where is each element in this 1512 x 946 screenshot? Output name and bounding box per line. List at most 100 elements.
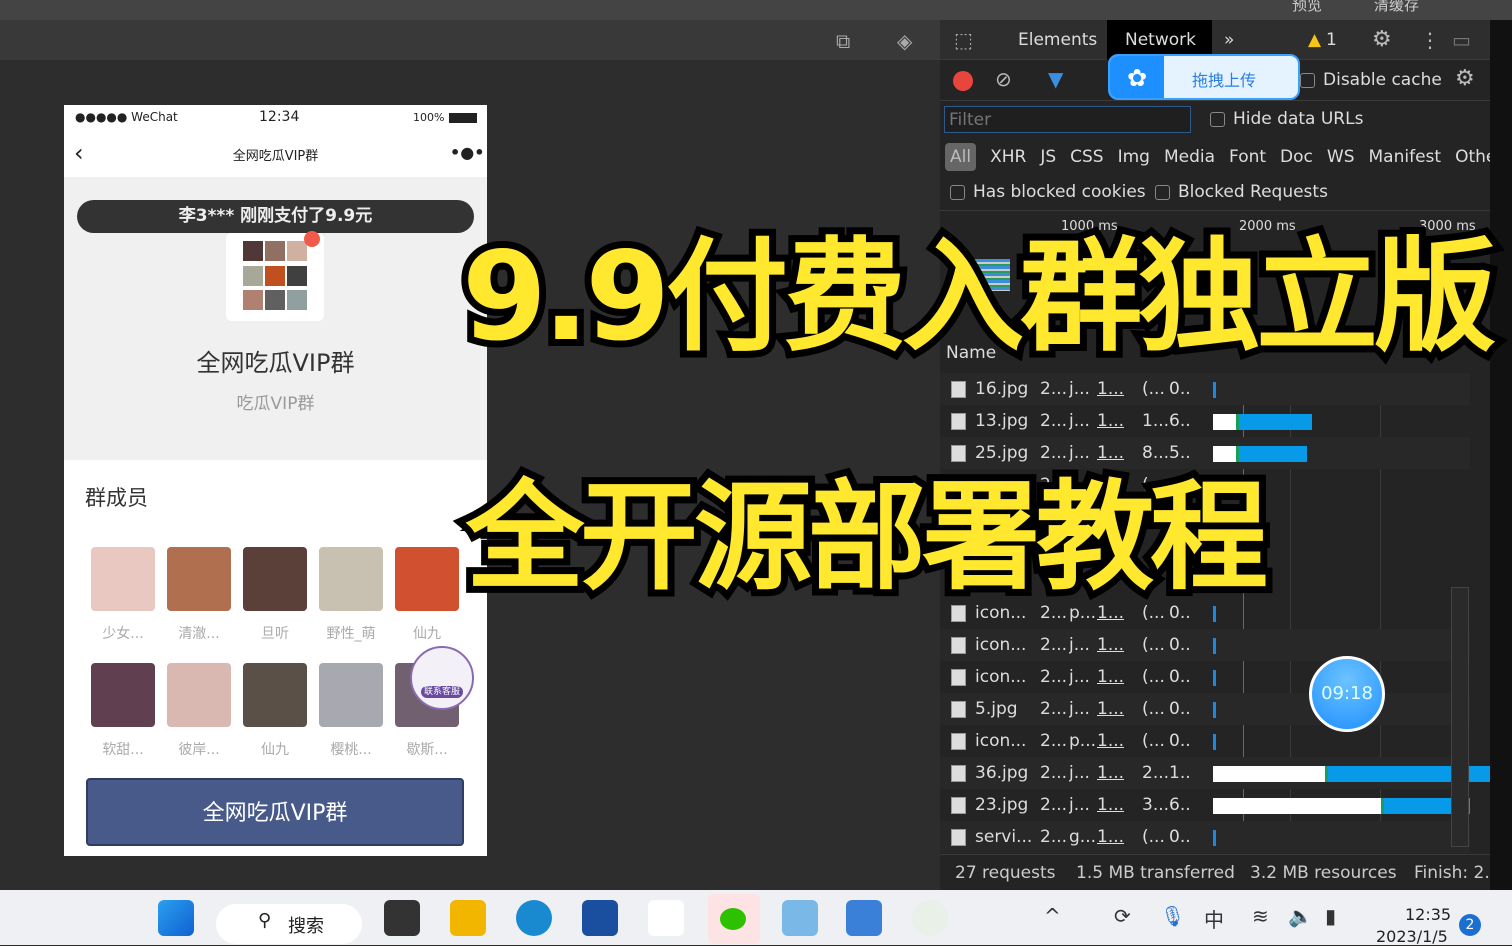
inspect-icon[interactable]: ⬚ bbox=[954, 20, 973, 60]
notification-badge[interactable]: 2 bbox=[1459, 914, 1481, 936]
notepad-icon[interactable] bbox=[782, 900, 818, 936]
payment-ticker: 李3*** 刚刚支付了9.9元 bbox=[77, 200, 474, 233]
request-cell: 0.. bbox=[1169, 731, 1191, 751]
member-item[interactable]: 仙九 bbox=[243, 663, 307, 759]
request-row[interactable]: icon... 2... p... 1... (... 0.. bbox=[940, 725, 1470, 757]
microphone-icon[interactable]: 🎙 bbox=[1160, 904, 1185, 928]
tab-elements[interactable]: Elements bbox=[1018, 20, 1097, 60]
request-row[interactable]: icon... 2... j... 1... (... 0.. bbox=[940, 629, 1470, 661]
type-filter-manifest[interactable]: Manifest bbox=[1369, 147, 1442, 167]
type-filter-css[interactable]: CSS bbox=[1070, 147, 1103, 167]
join-group-button[interactable]: 全网吃瓜VIP群 bbox=[86, 778, 464, 846]
request-row[interactable]: icon... 2... j... 1... (... 0.. bbox=[940, 661, 1470, 693]
member-name: 樱桃... bbox=[330, 742, 372, 758]
member-item[interactable]: 野性_萌 bbox=[319, 547, 383, 643]
waiting-bar bbox=[1213, 766, 1325, 782]
battery-tray-icon[interactable]: ▮ bbox=[1325, 904, 1336, 928]
type-filter-img[interactable]: Img bbox=[1118, 147, 1150, 167]
file-explorer-icon[interactable] bbox=[450, 900, 486, 936]
volume-icon[interactable]: 🔈 bbox=[1288, 904, 1313, 928]
request-row[interactable]: 36.jpg 2... j... 1... 2... 1.. bbox=[940, 757, 1512, 789]
clock-time[interactable]: 12:35 bbox=[1405, 905, 1451, 924]
timing-bar bbox=[1213, 638, 1216, 654]
file-type-icon bbox=[951, 797, 966, 814]
type-filter-all[interactable]: All bbox=[945, 143, 977, 171]
blocked-requests-checkbox[interactable]: Blocked Requests bbox=[1155, 182, 1328, 202]
wechat-icon[interactable] bbox=[708, 894, 760, 944]
request-cell: 2... bbox=[1040, 795, 1068, 815]
task-view-icon[interactable] bbox=[384, 900, 420, 936]
member-item[interactable]: 旦听 bbox=[243, 547, 307, 643]
top-menu-bar: 预览 清缓存 bbox=[0, 0, 1512, 20]
screen-edge bbox=[1490, 20, 1512, 890]
type-filter-js[interactable]: JS bbox=[1040, 147, 1056, 167]
request-row[interactable]: 13.jpg 2... j... 1... 1... 6.. bbox=[940, 405, 1470, 437]
clear-icon[interactable]: ⊘ bbox=[995, 67, 1012, 91]
preview-menu[interactable]: 预览 bbox=[1292, 0, 1322, 15]
request-cell: 1... bbox=[1097, 411, 1125, 431]
request-row[interactable]: 5.jpg 2... j... 1... (... 0.. bbox=[940, 693, 1470, 725]
filter-icon[interactable]: ▼ bbox=[1048, 67, 1063, 91]
clear-cache-menu[interactable]: 清缓存 bbox=[1374, 0, 1419, 15]
request-row[interactable]: 25.jpg 2... j... 1... 8... 5.. bbox=[940, 437, 1470, 469]
start-icon[interactable] bbox=[158, 900, 194, 936]
scrollbar[interactable] bbox=[1451, 587, 1469, 847]
disable-cache-checkbox[interactable]: Disable cache bbox=[1300, 70, 1442, 90]
more-icon[interactable]: •●• bbox=[450, 143, 484, 162]
timer-widget[interactable]: 09:18 bbox=[1309, 656, 1385, 732]
member-item[interactable]: 软甜... bbox=[91, 663, 155, 759]
blocked-requests-label: Blocked Requests bbox=[1178, 182, 1328, 202]
group-name: 全网吃瓜VIP群 bbox=[196, 349, 355, 377]
member-item[interactable]: 清澈... bbox=[167, 547, 231, 643]
hide-data-urls-checkbox[interactable]: Hide data URLs bbox=[1210, 109, 1363, 129]
terminal-app-icon[interactable] bbox=[912, 900, 948, 936]
finish-time: Finish: 2.7 bbox=[1414, 863, 1501, 883]
show-hidden-icons[interactable]: ^ bbox=[1044, 904, 1061, 928]
sync-icon[interactable]: ⟳ bbox=[1114, 904, 1131, 928]
request-row[interactable]: 23.jpg 2... j... 1... 3... 6.. bbox=[940, 789, 1471, 821]
request-cell: 8... bbox=[1142, 443, 1170, 463]
file-type-icon bbox=[951, 445, 966, 462]
network-settings-icon[interactable]: ⚙ bbox=[1455, 66, 1475, 91]
warning-icon[interactable]: ▲ bbox=[1308, 20, 1321, 60]
member-item[interactable]: 彼岸... bbox=[167, 663, 231, 759]
member-item[interactable]: 樱桃... bbox=[319, 663, 383, 759]
record-icon[interactable] bbox=[953, 71, 973, 91]
request-row[interactable]: servi... 2... g... 1... (... 0.. bbox=[940, 821, 1470, 853]
blocked-cookies-checkbox[interactable]: Has blocked cookies bbox=[950, 182, 1146, 202]
member-item[interactable]: 仙九 bbox=[395, 547, 459, 643]
baidu-netdisk-icon[interactable] bbox=[648, 900, 684, 936]
rotate-icon[interactable]: ◈ bbox=[897, 29, 912, 53]
member-avatar bbox=[319, 547, 383, 611]
filter-input[interactable] bbox=[944, 106, 1191, 133]
type-filter-media[interactable]: Media bbox=[1164, 147, 1215, 167]
members-title: 群成员 bbox=[85, 486, 148, 510]
warning-count[interactable]: 1 bbox=[1326, 20, 1337, 60]
wifi-icon[interactable]: ≋ bbox=[1252, 904, 1269, 928]
photos-icon[interactable] bbox=[846, 900, 882, 936]
taskbar-search[interactable]: ⚲ 搜索 bbox=[216, 904, 362, 944]
status-footer: 27 requests 1.5 MB transferred 3.2 MB re… bbox=[940, 854, 1501, 890]
search-label: 搜索 bbox=[288, 916, 324, 937]
request-cell: 0.. bbox=[1169, 379, 1191, 399]
store-icon[interactable] bbox=[582, 900, 618, 936]
ime-indicator[interactable]: 中 bbox=[1204, 904, 1224, 933]
clock-date[interactable]: 2023/1/5 bbox=[1376, 927, 1448, 946]
upload-widget[interactable]: ✿ 拖拽上传 bbox=[1108, 54, 1300, 100]
member-item[interactable]: 少女... bbox=[91, 547, 155, 643]
type-filter-doc[interactable]: Doc bbox=[1280, 147, 1313, 167]
member-avatar bbox=[395, 547, 459, 611]
type-filter-xhr[interactable]: XHR bbox=[990, 147, 1026, 167]
request-cell: j... bbox=[1069, 379, 1090, 399]
type-filter-ws[interactable]: WS bbox=[1327, 147, 1355, 167]
settings-icon[interactable]: ⚙ bbox=[1372, 20, 1392, 60]
copy-window-icon[interactable]: ⧉ bbox=[836, 29, 850, 53]
edge-icon[interactable] bbox=[516, 900, 552, 936]
type-filter-font[interactable]: Font bbox=[1229, 147, 1266, 167]
download-bar bbox=[1325, 766, 1512, 782]
kebab-menu-icon[interactable]: ⋮ bbox=[1420, 20, 1440, 60]
dock-icon[interactable]: ▭ bbox=[1452, 20, 1471, 60]
request-row[interactable]: 16.jpg 2... j... 1... (... 0.. bbox=[940, 373, 1470, 405]
contact-service-button[interactable]: 联系客服 bbox=[410, 646, 474, 710]
file-type-icon bbox=[951, 733, 966, 750]
